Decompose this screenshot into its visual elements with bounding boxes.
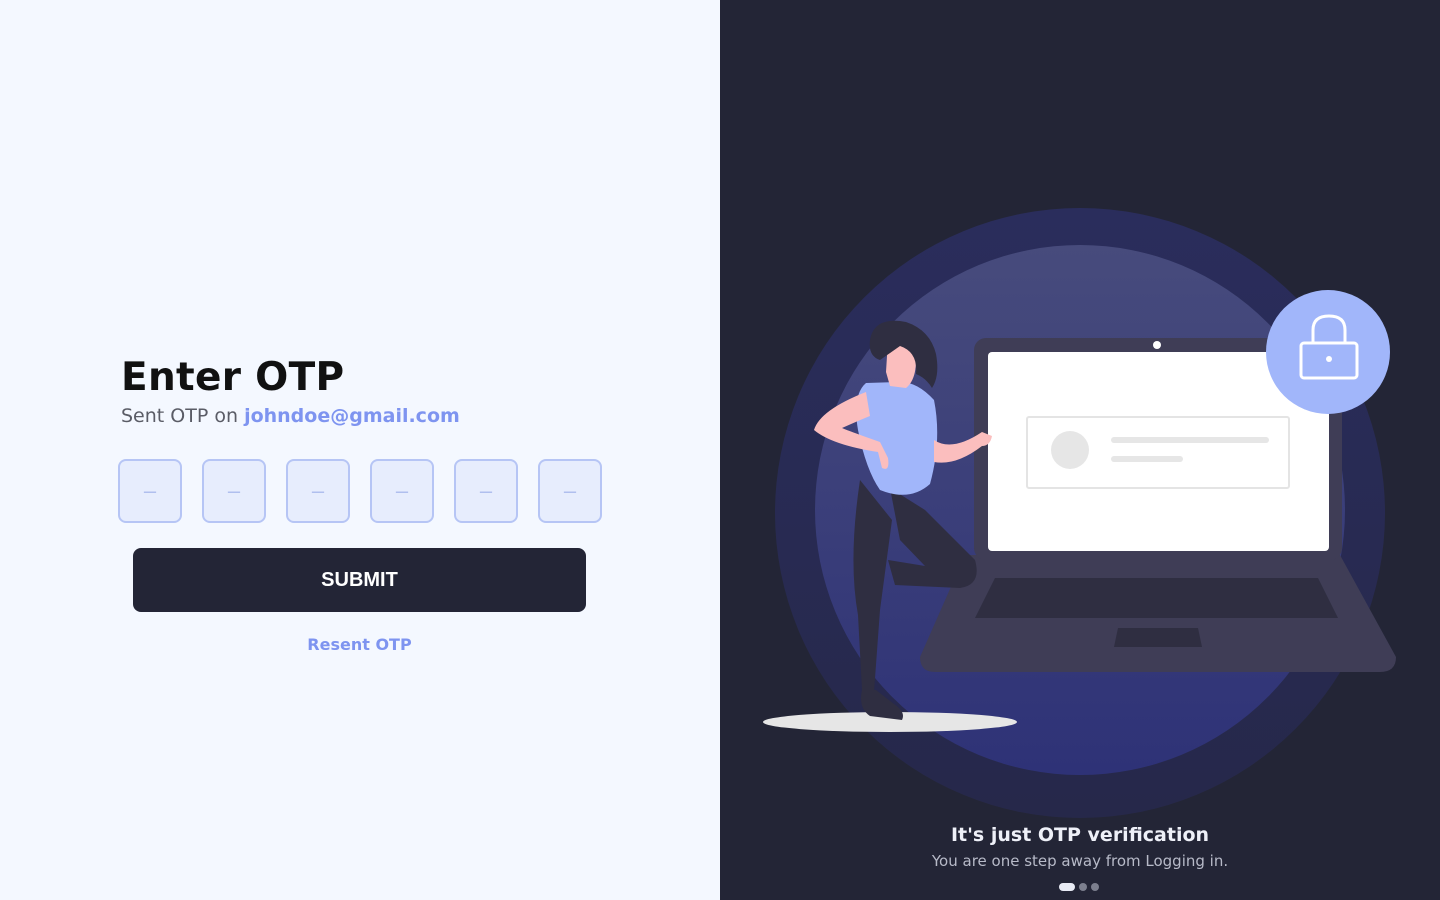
otp-digit-6[interactable]: –: [538, 459, 602, 523]
otp-illustration: [763, 208, 1396, 818]
lock-keyhole: [1326, 356, 1332, 362]
otp-sent-prefix: Sent OTP on: [121, 405, 239, 427]
screen-card-avatar: [1051, 431, 1089, 469]
otp-digit-2[interactable]: –: [202, 459, 266, 523]
submit-button[interactable]: SUBMIT: [133, 548, 586, 612]
carousel-dot-3[interactable]: [1091, 883, 1099, 891]
page-title: Enter OTP: [121, 355, 345, 400]
laptop-keyboard: [975, 578, 1338, 618]
otp-digit-3[interactable]: –: [286, 459, 350, 523]
carousel-dot-1[interactable]: [1059, 883, 1075, 891]
otp-email: johndoe@gmail.com: [244, 405, 460, 427]
otp-form: Enter OTP Sent OTP on johndoe@gmail.com …: [118, 355, 611, 654]
login-panel: Enter OTP Sent OTP on johndoe@gmail.com …: [0, 0, 720, 900]
promo-title: It's just OTP verification: [950, 824, 1210, 846]
laptop-trackpad: [1114, 628, 1202, 647]
carousel-indicator: [1059, 883, 1099, 891]
otp-input-group: – – – – – –: [118, 459, 602, 523]
laptop-camera: [1153, 341, 1161, 349]
otp-digit-5[interactable]: –: [454, 459, 518, 523]
lock-badge: [1266, 290, 1390, 414]
otp-sent-message: Sent OTP on johndoe@gmail.com: [121, 403, 611, 429]
otp-digit-4[interactable]: –: [370, 459, 434, 523]
screen-card-line-1: [1111, 437, 1269, 443]
screen-card-line-2: [1111, 456, 1183, 462]
promo-subtitle: You are one step away from Logging in.: [931, 852, 1229, 870]
promo-panel: It's just OTP verification You are one s…: [720, 0, 1440, 900]
promo-caption: It's just OTP verification You are one s…: [720, 822, 1440, 873]
carousel-dot-2[interactable]: [1079, 883, 1087, 891]
otp-digit-1[interactable]: –: [118, 459, 182, 523]
resend-otp-link[interactable]: Resent OTP: [133, 635, 586, 654]
